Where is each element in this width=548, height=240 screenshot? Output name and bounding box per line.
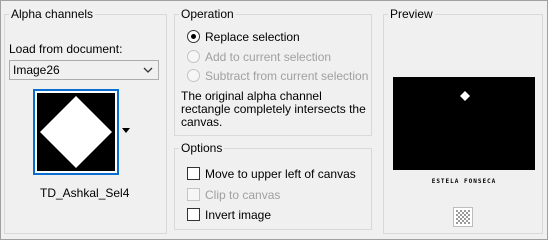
preview-diamond-icon [460, 91, 470, 101]
preview-title: Preview [388, 7, 435, 21]
transparency-pattern-icon [456, 210, 470, 224]
options-title: Options [179, 141, 225, 155]
operation-message-line2: rectangle completely intersects the [181, 102, 366, 116]
move-upper-left-label[interactable]: Move to upper left of canvas [205, 167, 356, 181]
alpha-channels-title: Alpha channels [9, 7, 96, 21]
channel-thumbnail-image [37, 93, 115, 171]
load-from-document-text: Load from document: [9, 42, 123, 56]
subtract-selection-radio[interactable] [187, 69, 200, 82]
clip-to-canvas-checkbox[interactable] [187, 188, 200, 201]
radio-selected-dot [191, 34, 196, 39]
preview-watermark: ESTELA FONSECA [431, 178, 497, 185]
add-selection-label[interactable]: Add to current selection [205, 50, 331, 64]
operation-title: Operation [179, 7, 236, 21]
subtract-selection-label[interactable]: Subtract from current selection [205, 69, 368, 83]
document-select[interactable]: Image26 [9, 60, 159, 80]
channel-thumbnail[interactable] [33, 89, 119, 175]
operation-message-line3: canvas. [181, 115, 223, 129]
clip-to-canvas-label[interactable]: Clip to canvas [205, 188, 280, 202]
replace-selection-label[interactable]: Replace selection [205, 30, 300, 44]
operation-message-line1: The original alpha channel [181, 89, 322, 103]
channel-name-label: TD_Ashkal_Sel4 [40, 186, 130, 200]
document-select-value: Image26 [13, 63, 60, 77]
move-upper-left-checkbox[interactable] [187, 167, 200, 180]
invert-image-label[interactable]: Invert image [205, 208, 271, 222]
load-from-document-label: Load from document: [9, 42, 122, 56]
invert-image-checkbox[interactable] [187, 208, 200, 221]
diamond-shape-icon [40, 96, 112, 168]
checkerboard-icon[interactable] [453, 207, 473, 227]
add-selection-radio[interactable] [187, 50, 200, 63]
chevron-down-icon [143, 67, 153, 73]
thumbnail-dropdown-arrow-icon[interactable] [121, 125, 131, 135]
preview-image [393, 77, 535, 170]
replace-selection-radio[interactable] [187, 30, 200, 43]
